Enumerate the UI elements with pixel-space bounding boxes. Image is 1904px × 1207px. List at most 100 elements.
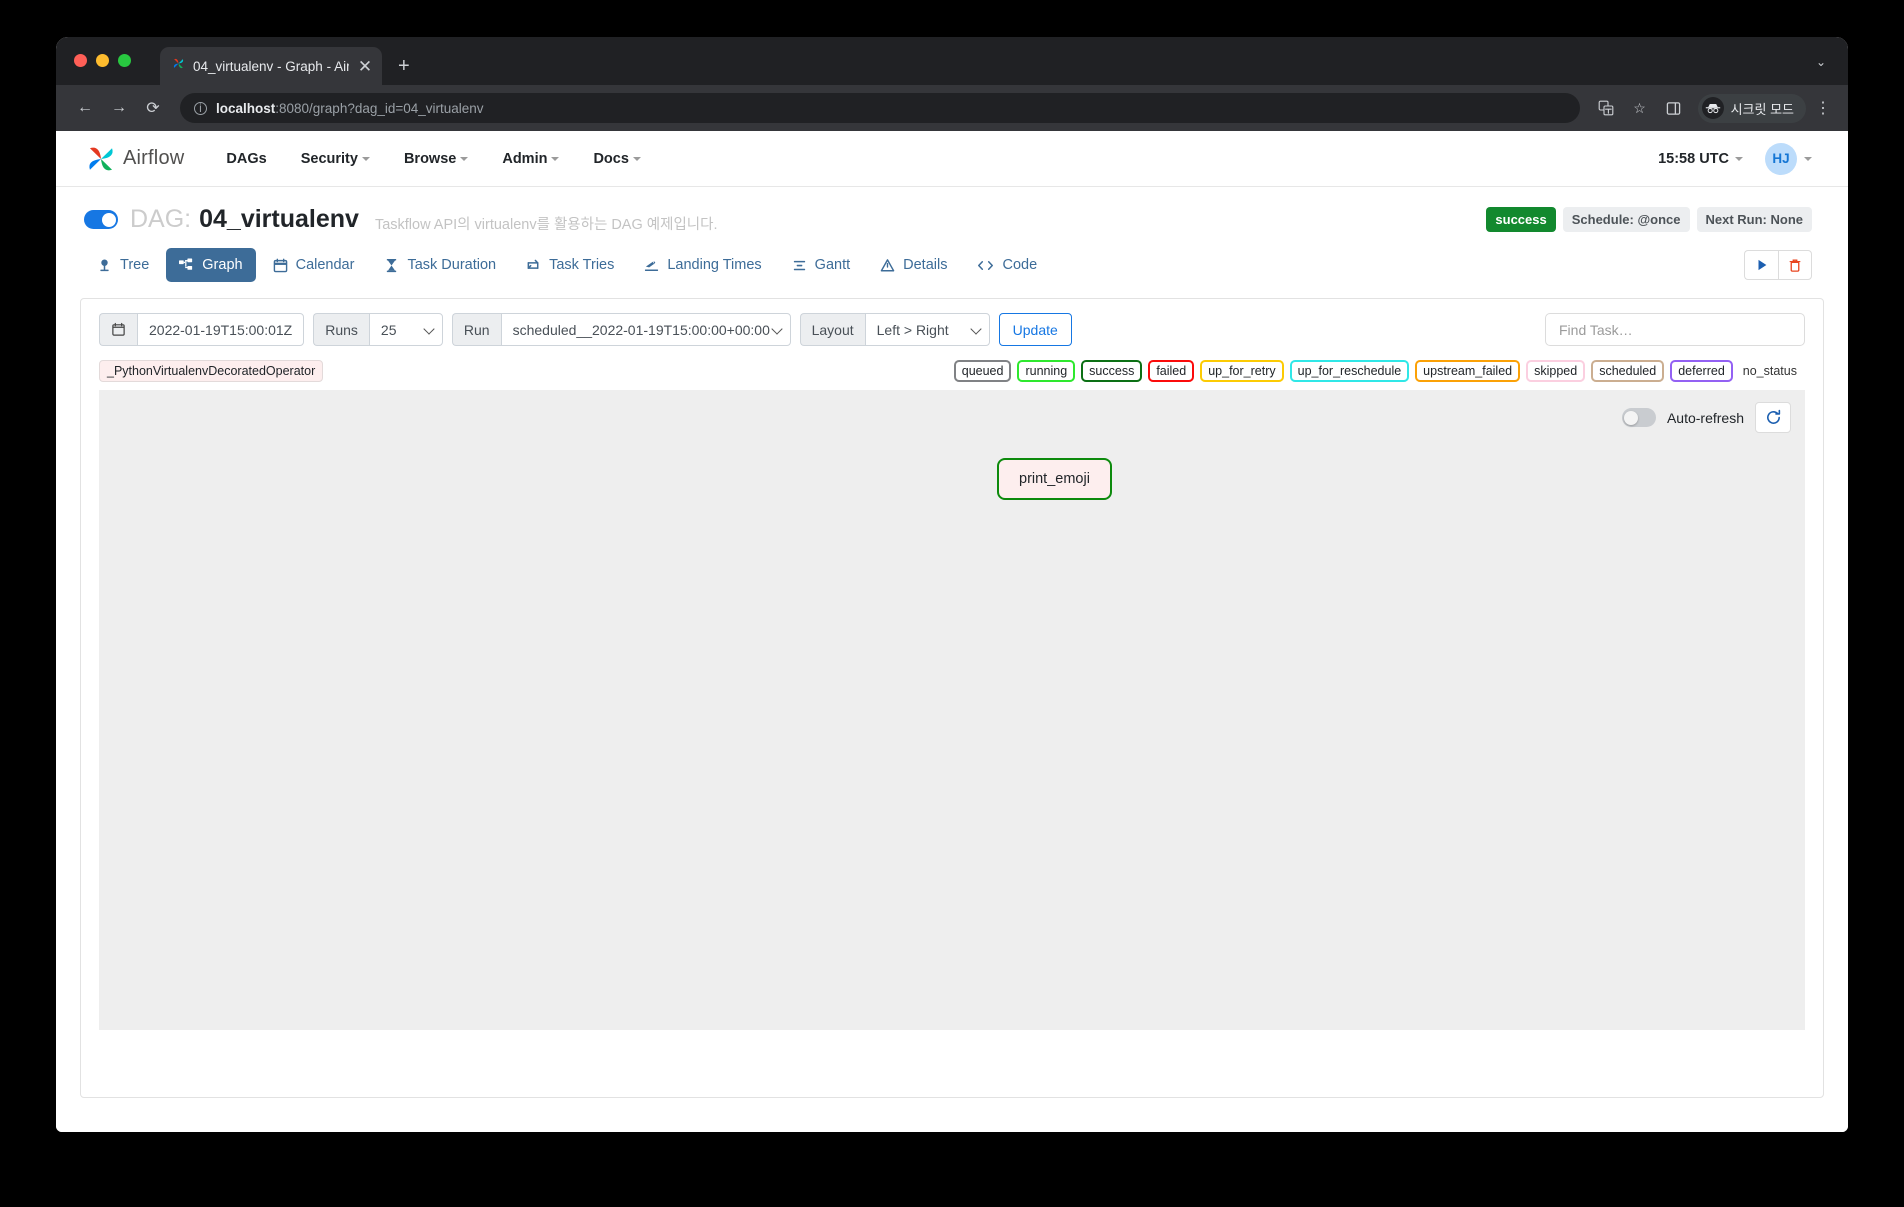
layout-select[interactable]: Left > Right (864, 313, 990, 346)
utc-clock[interactable]: 15:58 UTC (1658, 151, 1743, 167)
graph-canvas[interactable]: Auto-refresh print_emoji (99, 390, 1805, 1030)
dag-view-tabs: Tree Graph Calendar Task Duration Task T… (56, 238, 1848, 282)
browser-tab-title: 04_virtualenv - Graph - Airflow (193, 58, 349, 74)
tree-icon (97, 258, 112, 273)
legend-running: running (1017, 360, 1076, 382)
update-button[interactable]: Update (998, 313, 1072, 346)
browser-menu-icon[interactable]: ⋮ (1812, 98, 1834, 118)
delete-dag-button[interactable] (1778, 250, 1812, 280)
reload-button[interactable]: ⟳ (138, 93, 168, 123)
page-content: Airflow DAGs Security Browse Admin Docs … (56, 131, 1848, 1132)
warning-triangle-icon (880, 258, 895, 273)
tab-code[interactable]: Code (964, 248, 1050, 282)
status-legend-chips: queued running success failed up_for_ret… (953, 360, 1805, 382)
operator-legend-chip: _PythonVirtualenvDecoratedOperator (99, 360, 324, 382)
chevron-down-icon[interactable]: ⌄ (1816, 55, 1826, 69)
base-date-group: 2022-01-19T15:00:01Z (99, 313, 305, 346)
runs-label: Runs (313, 313, 369, 346)
calendar-icon[interactable] (99, 313, 137, 346)
graph-icon (179, 257, 194, 273)
auto-refresh-toggle[interactable] (1621, 408, 1656, 427)
base-date-input[interactable]: 2022-01-19T15:00:01Z (137, 313, 305, 346)
dag-header: DAG: 04_virtualenv Taskflow API의 virtual… (56, 187, 1848, 238)
search-input[interactable] (1545, 313, 1805, 346)
retry-icon (526, 258, 541, 273)
close-window-button[interactable] (74, 54, 87, 67)
legend-skipped: skipped (1526, 360, 1586, 382)
nav-item-label: Browse (403, 150, 457, 167)
runs-select[interactable]: 25 (368, 313, 443, 346)
translate-icon[interactable] (1592, 94, 1620, 122)
tab-label: Tree (120, 257, 150, 273)
close-tab-icon[interactable]: ✕ (356, 58, 374, 75)
nav-item-label: Security (300, 150, 358, 167)
legend-upstream-failed: upstream_failed (1415, 360, 1521, 382)
tab-tree[interactable]: Tree (84, 248, 162, 282)
tab-gantt[interactable]: Gantt (779, 248, 863, 282)
trash-icon (1789, 259, 1801, 272)
address-bar[interactable]: i localhost:8080/graph?dag_id=04_virtual… (180, 93, 1580, 123)
airflow-brand-text: Airflow (123, 147, 185, 169)
run-group: Run scheduled__2022-01-19T15:00:00+00:00 (451, 313, 791, 346)
chevron-down-icon (460, 156, 469, 161)
tab-task-duration[interactable]: Task Duration (371, 248, 509, 282)
graph-canvas-toolbar: Auto-refresh (1621, 402, 1791, 433)
user-menu[interactable]: HJ (1765, 142, 1812, 175)
graph-filter-bar: 2022-01-19T15:00:01Z Runs 25 Run schedul… (81, 299, 1823, 360)
run-select[interactable]: scheduled__2022-01-19T15:00:00+00:00 (500, 313, 791, 346)
tab-label: Details (903, 257, 948, 273)
back-button[interactable]: ← (70, 93, 100, 123)
avatar: HJ (1765, 142, 1797, 175)
window-traffic-lights (74, 54, 131, 67)
toolbar-actions: ☆ 시크릿 모드 ⋮ (1592, 93, 1834, 123)
refresh-button[interactable] (1755, 402, 1791, 433)
refresh-icon (1766, 409, 1780, 424)
legend-queued: queued (953, 360, 1012, 382)
nav-item-dags[interactable]: DAGs (226, 151, 266, 167)
layout-group: Layout Left > Right (799, 313, 990, 346)
new-tab-button[interactable]: + (398, 56, 410, 76)
graph-panel: 2022-01-19T15:00:01Z Runs 25 Run schedul… (80, 298, 1824, 1098)
utc-clock-label: 15:58 UTC (1658, 150, 1729, 167)
airflow-favicon-icon (171, 56, 186, 76)
bookmark-star-icon[interactable]: ☆ (1626, 94, 1654, 122)
legend-deferred: deferred (1670, 360, 1733, 382)
url-path: :8080/graph?dag_id=04_virtualenv (275, 100, 484, 116)
nav-item-docs[interactable]: Docs (593, 150, 641, 167)
tab-landing-times[interactable]: Landing Times (631, 248, 774, 282)
browser-toolbar: ← → ⟳ i localhost:8080/graph?dag_id=04_v… (56, 85, 1848, 131)
nav-item-label: Admin (502, 150, 548, 167)
nav-item-label: Docs (593, 150, 629, 167)
side-panel-icon[interactable] (1660, 94, 1688, 122)
chevron-down-icon (1735, 156, 1743, 161)
nav-item-security[interactable]: Security (301, 151, 370, 167)
tab-calendar[interactable]: Calendar (260, 248, 368, 282)
dag-pause-toggle[interactable] (84, 210, 118, 229)
status-badge: success (1486, 207, 1556, 232)
browser-tabstrip: 04_virtualenv - Graph - Airflow ✕ + ⌄ (56, 37, 1848, 85)
dag-status-badges: success Schedule: @once Next Run: None (1486, 207, 1812, 232)
forward-button[interactable]: → (104, 93, 134, 123)
play-icon (1758, 259, 1766, 271)
nav-item-admin[interactable]: Admin (502, 150, 560, 167)
minimize-window-button[interactable] (96, 54, 109, 67)
schedule-badge: Schedule: @once (1562, 207, 1690, 232)
incognito-mode-indicator[interactable]: 시크릿 모드 (1697, 93, 1806, 123)
site-info-icon[interactable]: i (194, 101, 207, 115)
trigger-dag-button[interactable] (1744, 250, 1778, 280)
maximize-window-button[interactable] (118, 54, 131, 67)
toggle-knob (1624, 410, 1639, 425)
tab-task-tries[interactable]: Task Tries (513, 248, 627, 282)
dag-description: Taskflow API의 virtualenv를 활용하는 DAG 예제입니다… (374, 216, 718, 233)
graph-node-print-emoji[interactable]: print_emoji (997, 458, 1112, 500)
address-bar-url: localhost:8080/graph?dag_id=04_virtualen… (216, 101, 484, 116)
tab-details[interactable]: Details (867, 248, 960, 282)
browser-tab[interactable]: 04_virtualenv - Graph - Airflow ✕ (160, 47, 382, 85)
legend-up-for-retry: up_for_retry (1200, 360, 1284, 382)
tab-graph[interactable]: Graph (166, 248, 256, 282)
code-icon (977, 258, 994, 273)
runs-group: Runs 25 (313, 313, 443, 346)
airflow-logo[interactable]: Airflow (84, 142, 184, 176)
tab-label: Task Tries (549, 257, 615, 273)
nav-item-browse[interactable]: Browse (403, 150, 469, 167)
